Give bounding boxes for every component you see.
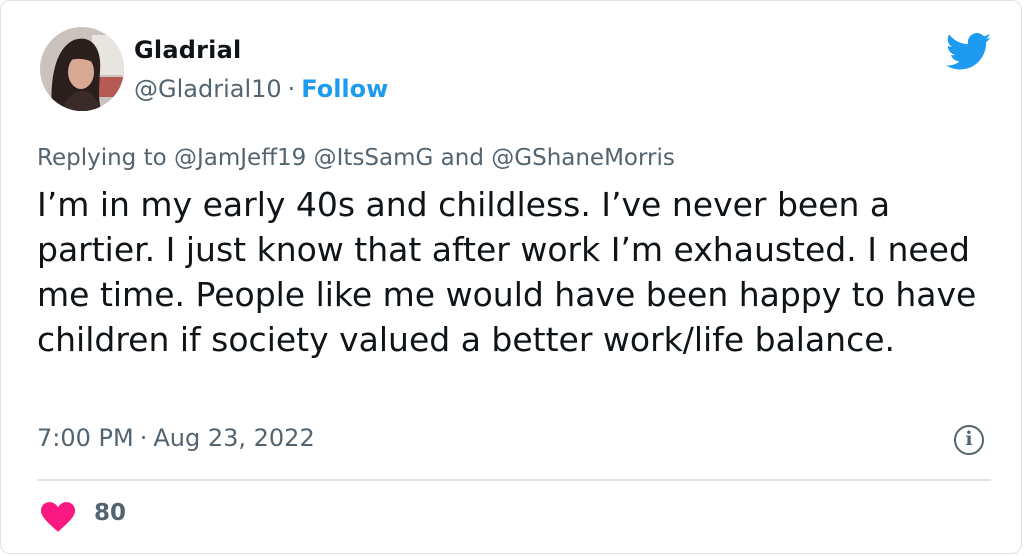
tweet-card: Gladrial @Gladrial10 · Follow Replying to … [0,0,1022,554]
replying-prefix: Replying to [37,145,167,171]
divider [37,479,991,481]
like-count[interactable]: 80 [94,500,126,526]
tweet-date[interactable]: Aug 23, 2022 [153,424,314,452]
tweet-text: I’m in my early 40s and childless. I’ve … [37,185,977,359]
follow-button[interactable]: Follow [301,75,388,103]
replying-conjunction: and [440,145,484,171]
handle-row: @Gladrial10 · Follow [134,75,388,103]
user-handle[interactable]: @Gladrial10 [134,75,282,103]
mention-link[interactable]: @JamJeff19 [174,145,306,171]
tweet-timestamp[interactable]: 7:00 PM · Aug 23, 2022 [37,424,315,452]
separator-dot: · [287,75,296,103]
mention-link[interactable]: @ItsSamG [314,145,434,171]
separator-dot: · [139,424,148,452]
display-name[interactable]: Gladrial [134,36,241,64]
tweet-time[interactable]: 7:00 PM [37,424,134,452]
heart-icon[interactable] [41,502,75,532]
avatar[interactable] [40,27,124,111]
twitter-bird-icon[interactable] [946,33,992,71]
replying-to: Replying to @JamJeff19 @ItsSamG and @GSh… [37,145,675,171]
info-icon[interactable]: i [954,425,984,455]
mention-link[interactable]: @GShaneMorris [491,145,675,171]
